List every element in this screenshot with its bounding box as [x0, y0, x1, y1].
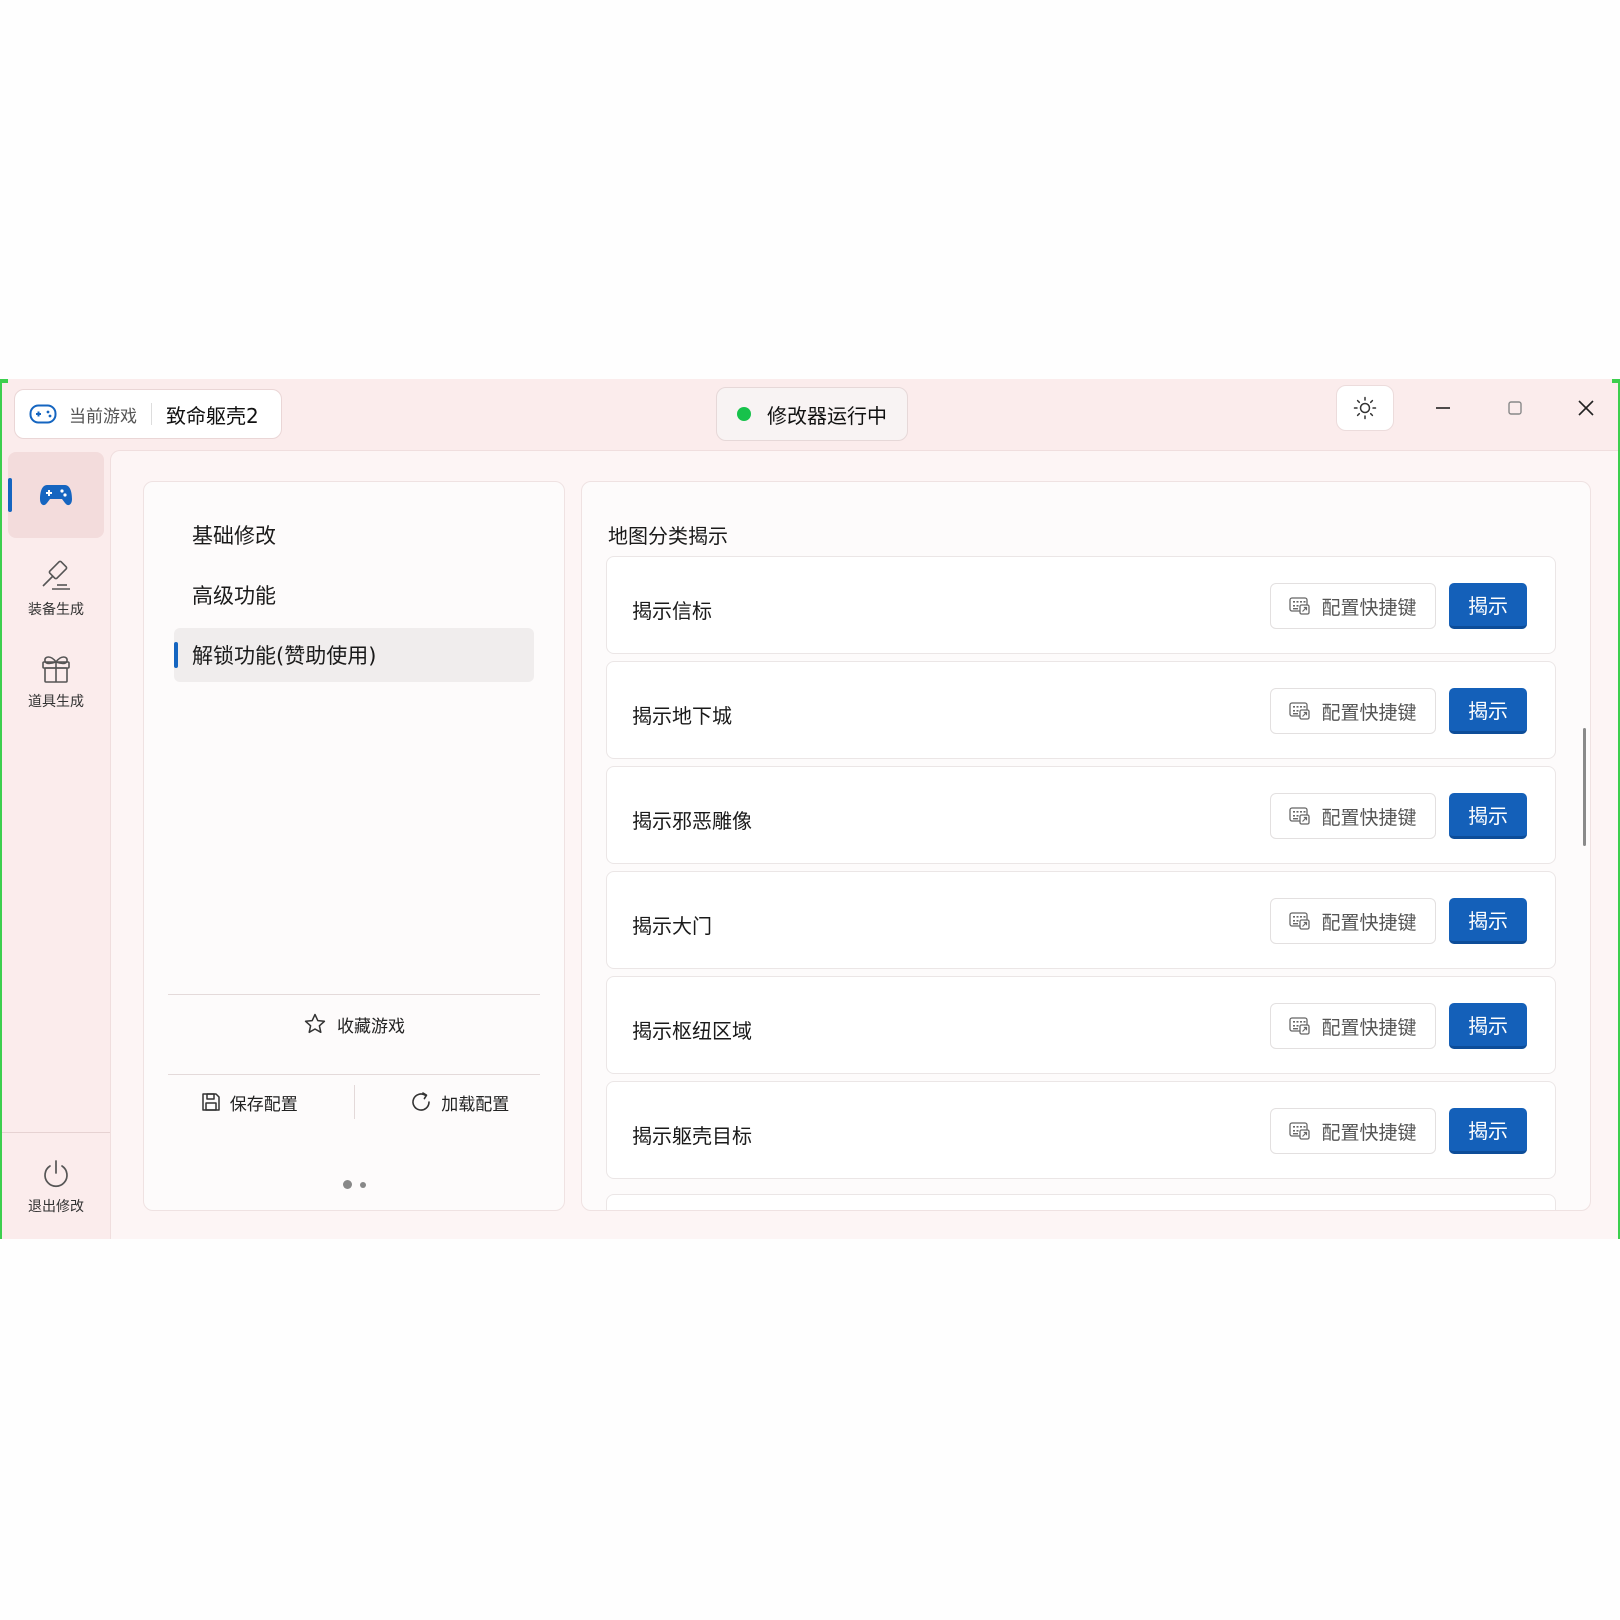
exit-trainer-button[interactable]: 退出修改	[8, 1144, 104, 1230]
power-icon	[44, 1160, 68, 1187]
game-name: 致命躯壳2	[166, 403, 259, 428]
feature-row: 揭示地下城 配置快捷键 揭示	[606, 661, 1556, 759]
hotkey-label: 配置快捷键	[1321, 1121, 1417, 1144]
close-button[interactable]	[1561, 387, 1611, 429]
hotkey-label: 配置快捷键	[1321, 806, 1417, 829]
configure-hotkey-button[interactable]: 配置快捷键	[1270, 1108, 1436, 1154]
section-title: 地图分类揭示	[608, 524, 728, 548]
nav-unlock[interactable]: 解锁功能(赞助使用)	[174, 628, 534, 682]
rail-item-items[interactable]: 道具生成	[8, 638, 104, 724]
rail-divider	[2, 1132, 110, 1133]
divider-top	[168, 994, 540, 995]
favorite-label: 收藏游戏	[337, 1016, 405, 1037]
rail-item-equipment[interactable]: 装备生成	[8, 546, 104, 632]
left-rail: 装备生成 道具生成 退出修改	[2, 450, 110, 1239]
configure-hotkey-button[interactable]: 配置快捷键	[1270, 583, 1436, 629]
keyboard-icon	[1289, 807, 1311, 825]
current-game-label: 当前游戏	[69, 406, 137, 427]
sun-icon	[1353, 396, 1377, 420]
feature-label: 揭示邪恶雕像	[632, 809, 752, 833]
title-bar: 当前游戏 致命躯壳2 修改器运行中	[2, 379, 1618, 450]
app-window: 当前游戏 致命躯壳2 修改器运行中 装备生成 道具生成 退出修改 基础修改 高级…	[0, 379, 1620, 1239]
keyboard-icon	[1289, 1017, 1311, 1035]
minimize-icon	[1436, 407, 1450, 409]
favorite-game-button[interactable]: 收藏游戏	[144, 1002, 564, 1046]
hotkey-label: 配置快捷键	[1321, 911, 1417, 934]
feature-row: 揭示邪恶雕像 配置快捷键 揭示	[606, 766, 1556, 864]
current-game-pill[interactable]: 当前游戏 致命躯壳2	[14, 389, 282, 439]
config-actions: 保存配置 加载配置	[144, 1074, 564, 1130]
configure-hotkey-button[interactable]: 配置快捷键	[1270, 793, 1436, 839]
rail-item-game[interactable]	[8, 452, 104, 538]
page-dot-active[interactable]	[342, 1180, 352, 1189]
content-area: 基础修改 高级功能 解锁功能(赞助使用) 收藏游戏 保存配置 加载配置 地图分类…	[110, 450, 1618, 1239]
reveal-button[interactable]: 揭示	[1449, 898, 1527, 944]
rail-label-equipment: 装备生成	[28, 602, 84, 618]
minimize-button[interactable]	[1418, 387, 1468, 429]
nav-advanced-label: 高级功能	[192, 584, 276, 608]
save-config-button[interactable]: 保存配置	[144, 1074, 354, 1130]
reveal-button[interactable]: 揭示	[1449, 583, 1527, 629]
feature-row: 揭示躯壳目标 配置快捷键 揭示	[606, 1081, 1556, 1179]
page-dot[interactable]	[359, 1181, 366, 1188]
feature-row: 揭示大门 配置快捷键 揭示	[606, 871, 1556, 969]
nav-basic[interactable]: 基础修改	[174, 508, 534, 562]
maximize-icon	[1508, 401, 1522, 415]
close-icon	[1578, 400, 1594, 416]
nav-unlock-label: 解锁功能(赞助使用)	[192, 644, 377, 668]
category-panel: 基础修改 高级功能 解锁功能(赞助使用) 收藏游戏 保存配置 加载配置	[143, 481, 565, 1211]
feature-label: 揭示躯壳目标	[632, 1124, 752, 1148]
exit-label: 退出修改	[28, 1199, 84, 1215]
load-config-button[interactable]: 加载配置	[355, 1074, 565, 1130]
gamepad-icon	[40, 485, 72, 506]
gavel-icon	[42, 560, 70, 590]
gift-icon	[42, 656, 70, 683]
configure-hotkey-button[interactable]: 配置快捷键	[1270, 898, 1436, 944]
feature-row-partial	[606, 1194, 1556, 1210]
rail-label-items: 道具生成	[28, 694, 84, 710]
keyboard-icon	[1289, 912, 1311, 930]
reveal-button[interactable]: 揭示	[1449, 793, 1527, 839]
configure-hotkey-button[interactable]: 配置快捷键	[1270, 688, 1436, 734]
save-icon	[202, 1093, 220, 1111]
scrollbar-thumb[interactable]	[1583, 728, 1586, 846]
hotkey-label: 配置快捷键	[1321, 1016, 1417, 1039]
feature-row: 揭示枢纽区域 配置快捷键 揭示	[606, 976, 1556, 1074]
maximize-button[interactable]	[1490, 387, 1540, 429]
nav-advanced[interactable]: 高级功能	[174, 568, 534, 622]
page-indicator	[144, 1180, 564, 1189]
rail-active-indicator	[8, 478, 12, 512]
feature-panel: 地图分类揭示 揭示信标 配置快捷键 揭示 揭示地下城 配置快捷键 揭示 揭示邪恶…	[581, 481, 1591, 1211]
configure-hotkey-button[interactable]: 配置快捷键	[1270, 1003, 1436, 1049]
star-icon	[304, 1013, 326, 1034]
pill-separator	[151, 403, 152, 425]
gamepad-outline-icon	[29, 404, 57, 424]
status-text: 修改器运行中	[767, 403, 887, 428]
hotkey-label: 配置快捷键	[1321, 701, 1417, 724]
reveal-button[interactable]: 揭示	[1449, 1108, 1527, 1154]
save-config-label: 保存配置	[229, 1094, 298, 1115]
theme-toggle-button[interactable]	[1336, 385, 1394, 431]
status-dot-icon	[737, 407, 751, 421]
load-config-label: 加载配置	[441, 1094, 510, 1115]
keyboard-icon	[1289, 1122, 1311, 1140]
screen: 当前游戏 致命躯壳2 修改器运行中 装备生成 道具生成 退出修改 基础修改 高级…	[0, 0, 1620, 1620]
feature-label: 揭示地下城	[632, 704, 732, 728]
keyboard-icon	[1289, 597, 1311, 615]
feature-row: 揭示信标 配置快捷键 揭示	[606, 556, 1556, 654]
reveal-button[interactable]: 揭示	[1449, 688, 1527, 734]
feature-label: 揭示枢纽区域	[632, 1019, 752, 1043]
refresh-icon	[412, 1092, 431, 1111]
feature-label: 揭示大门	[632, 914, 712, 938]
keyboard-icon	[1289, 702, 1311, 720]
hotkey-label: 配置快捷键	[1321, 596, 1417, 619]
reveal-button[interactable]: 揭示	[1449, 1003, 1527, 1049]
trainer-status-pill: 修改器运行中	[716, 387, 908, 441]
nav-active-indicator	[174, 642, 178, 668]
nav-basic-label: 基础修改	[192, 524, 276, 548]
feature-label: 揭示信标	[632, 599, 712, 623]
